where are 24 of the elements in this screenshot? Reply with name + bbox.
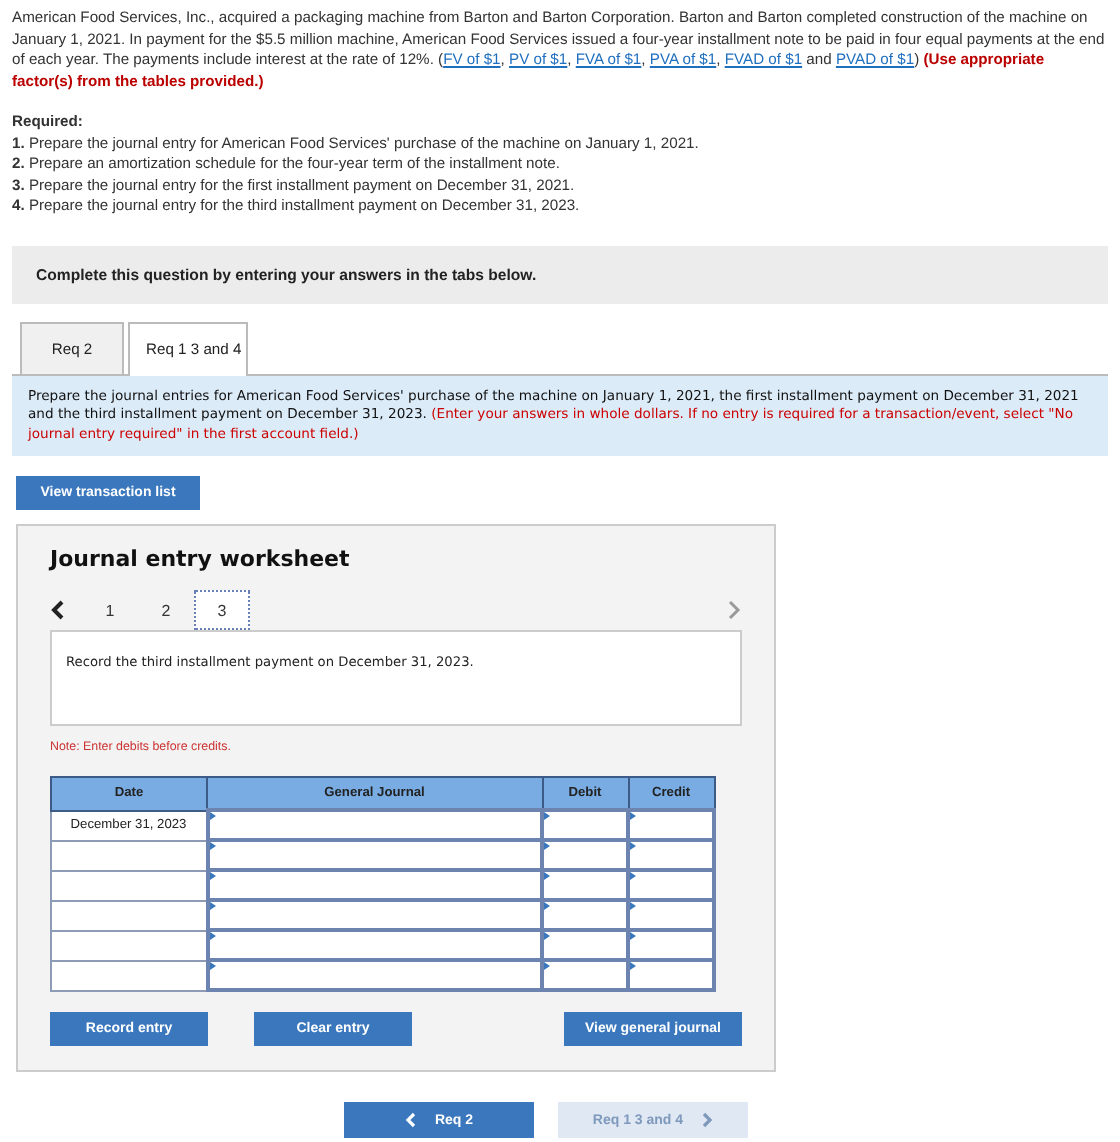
debit-field[interactable] (542, 840, 628, 870)
worksheet-title: Journal entry worksheet (50, 546, 352, 572)
chevron-left-icon (404, 1112, 417, 1128)
account-field[interactable] (207, 870, 542, 900)
account-field[interactable] (207, 840, 542, 870)
credit-field[interactable] (628, 930, 714, 960)
page-tab[interactable]: 3 (194, 590, 250, 630)
debit-field[interactable] (542, 870, 628, 900)
debit-field[interactable] (542, 810, 628, 840)
credit-field[interactable] (628, 900, 714, 930)
page-tab[interactable]: 2 (138, 590, 194, 630)
account-field[interactable] (207, 810, 542, 840)
credit-field[interactable] (628, 810, 714, 840)
credit-field[interactable] (628, 840, 714, 870)
account-field[interactable] (207, 960, 542, 990)
debit-field[interactable] (542, 960, 628, 990)
debit-field[interactable] (542, 900, 628, 930)
account-field[interactable] (207, 930, 542, 960)
page-tab[interactable]: 1 (82, 590, 138, 630)
debit-field[interactable] (542, 930, 628, 960)
chevron-right-icon (701, 1112, 714, 1128)
account-field[interactable] (207, 900, 542, 930)
credit-field[interactable] (628, 960, 714, 990)
credit-field[interactable] (628, 870, 714, 900)
